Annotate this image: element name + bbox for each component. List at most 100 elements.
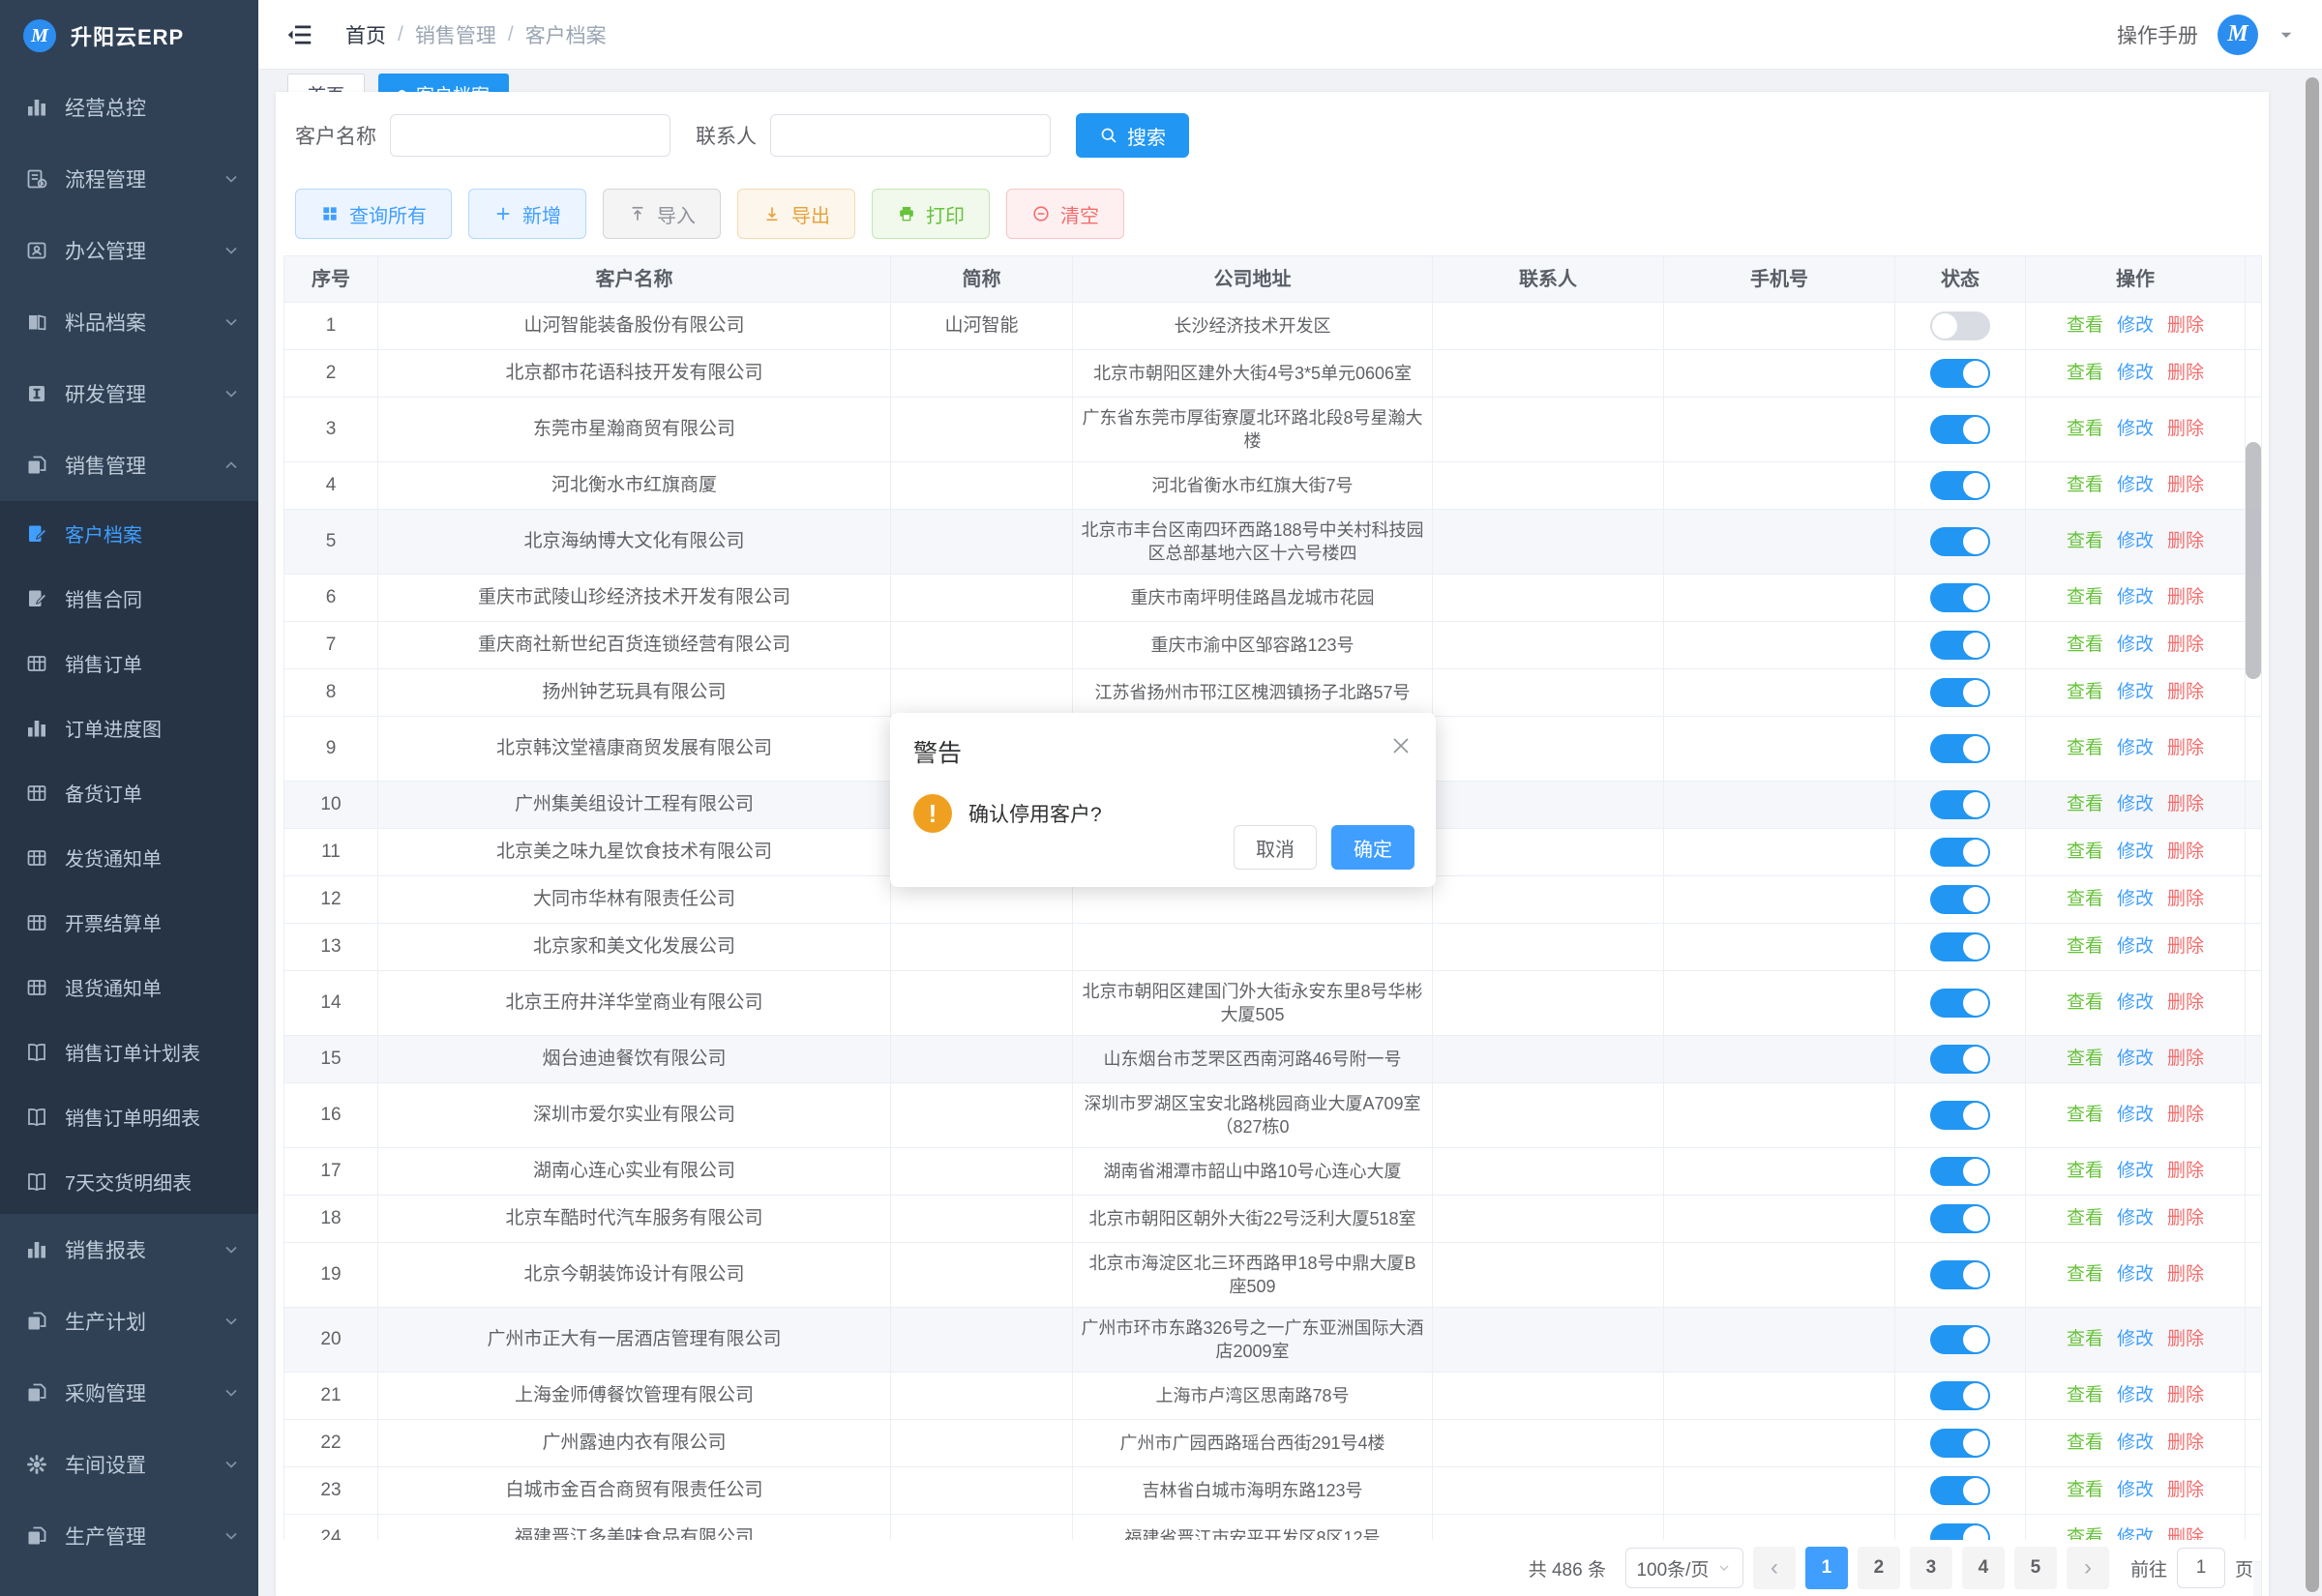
delete-link[interactable]: 删除	[2167, 1105, 2204, 1125]
breadcrumb-sales[interactable]: 销售管理	[415, 20, 496, 49]
view-link[interactable]: 查看	[2067, 531, 2103, 551]
edit-link[interactable]: 修改	[2117, 1049, 2154, 1069]
search-button[interactable]: 搜索	[1076, 113, 1189, 158]
edit-link[interactable]: 修改	[2117, 635, 2154, 655]
page-size-select[interactable]: 100条/页	[1625, 1548, 1743, 1588]
view-link[interactable]: 查看	[2067, 1264, 2103, 1285]
edit-link[interactable]: 修改	[2117, 1208, 2154, 1228]
status-toggle[interactable]	[1930, 932, 1990, 961]
toolbar-button-1[interactable]: 新增	[468, 189, 586, 239]
edit-link[interactable]: 修改	[2117, 936, 2154, 957]
toolbar-button-3[interactable]: 导出	[737, 189, 855, 239]
view-link[interactable]: 查看	[2067, 992, 2103, 1013]
view-link[interactable]: 查看	[2067, 738, 2103, 758]
delete-link[interactable]: 删除	[2167, 1208, 2204, 1228]
status-toggle[interactable]	[1930, 471, 1990, 500]
delete-link[interactable]: 删除	[2167, 682, 2204, 702]
edit-link[interactable]: 修改	[2117, 738, 2154, 758]
status-toggle[interactable]	[1930, 1381, 1990, 1410]
sidebar-item-10[interactable]: 备货订单	[0, 760, 258, 825]
delete-link[interactable]: 删除	[2167, 1433, 2204, 1453]
delete-link[interactable]: 删除	[2167, 1480, 2204, 1500]
view-link[interactable]: 查看	[2067, 1049, 2103, 1069]
toolbar-button-0[interactable]: 查询所有	[295, 189, 452, 239]
sidebar-item-8[interactable]: 销售订单	[0, 631, 258, 695]
view-link[interactable]: 查看	[2067, 419, 2103, 439]
status-toggle[interactable]	[1930, 885, 1990, 914]
page-button-5[interactable]: 5	[2014, 1547, 2057, 1589]
status-toggle[interactable]	[1930, 415, 1990, 444]
edit-link[interactable]: 修改	[2117, 1105, 2154, 1125]
sidebar-item-18[interactable]: 生产计划	[0, 1286, 258, 1357]
edit-link[interactable]: 修改	[2117, 1480, 2154, 1500]
edit-link[interactable]: 修改	[2117, 419, 2154, 439]
close-icon[interactable]	[1389, 734, 1413, 757]
status-toggle[interactable]	[1930, 311, 1990, 340]
edit-link[interactable]: 修改	[2117, 992, 2154, 1013]
delete-link[interactable]: 删除	[2167, 936, 2204, 957]
edit-link[interactable]: 修改	[2117, 587, 2154, 607]
delete-link[interactable]: 删除	[2167, 889, 2204, 909]
status-toggle[interactable]	[1930, 583, 1990, 612]
delete-link[interactable]: 删除	[2167, 738, 2204, 758]
edit-link[interactable]: 修改	[2117, 889, 2154, 909]
page-button-4[interactable]: 4	[1962, 1547, 2005, 1589]
view-link[interactable]: 查看	[2067, 1385, 2103, 1405]
view-link[interactable]: 查看	[2067, 1433, 2103, 1453]
sidebar-item-1[interactable]: 流程管理	[0, 143, 258, 215]
toolbar-button-5[interactable]: 清空	[1006, 189, 1124, 239]
cancel-button[interactable]: 取消	[1234, 825, 1317, 870]
edit-link[interactable]: 修改	[2117, 363, 2154, 383]
status-toggle[interactable]	[1930, 838, 1990, 867]
manual-link[interactable]: 操作手册	[2117, 20, 2198, 49]
status-toggle[interactable]	[1930, 527, 1990, 556]
status-toggle[interactable]	[1930, 790, 1990, 819]
status-toggle[interactable]	[1930, 359, 1990, 388]
status-toggle[interactable]	[1930, 1204, 1990, 1233]
view-link[interactable]: 查看	[2067, 1480, 2103, 1500]
status-toggle[interactable]	[1930, 1101, 1990, 1130]
status-toggle[interactable]	[1930, 1260, 1990, 1289]
view-link[interactable]: 查看	[2067, 1208, 2103, 1228]
sidebar-fold-icon[interactable]	[285, 20, 314, 49]
sidebar-item-20[interactable]: 车间设置	[0, 1429, 258, 1500]
edit-link[interactable]: 修改	[2117, 1161, 2154, 1181]
delete-link[interactable]: 删除	[2167, 992, 2204, 1013]
delete-link[interactable]: 删除	[2167, 531, 2204, 551]
user-caret-down-icon[interactable]	[2277, 26, 2295, 44]
page-button-2[interactable]: 2	[1858, 1547, 1900, 1589]
status-toggle[interactable]	[1930, 678, 1990, 707]
sidebar-item-9[interactable]: 订单进度图	[0, 695, 258, 760]
sidebar-item-7[interactable]: 销售合同	[0, 566, 258, 631]
delete-link[interactable]: 删除	[2167, 475, 2204, 495]
page-scrollbar[interactable]	[2306, 77, 2319, 1592]
sidebar-item-4[interactable]: 研发管理	[0, 358, 258, 429]
sidebar-item-16[interactable]: 7天交货明细表	[0, 1149, 258, 1214]
delete-link[interactable]: 删除	[2167, 1385, 2204, 1405]
view-link[interactable]: 查看	[2067, 936, 2103, 957]
toolbar-button-4[interactable]: 打印	[872, 189, 990, 239]
delete-link[interactable]: 删除	[2167, 363, 2204, 383]
delete-link[interactable]: 删除	[2167, 419, 2204, 439]
view-link[interactable]: 查看	[2067, 475, 2103, 495]
sidebar-item-12[interactable]: 开票结算单	[0, 890, 258, 955]
status-toggle[interactable]	[1930, 1325, 1990, 1354]
view-link[interactable]: 查看	[2067, 682, 2103, 702]
status-toggle[interactable]	[1930, 989, 1990, 1018]
sidebar-item-22[interactable]: 加工车间	[0, 1572, 258, 1596]
status-toggle[interactable]	[1930, 1429, 1990, 1458]
edit-link[interactable]: 修改	[2117, 842, 2154, 862]
status-toggle[interactable]	[1930, 734, 1990, 763]
sidebar-item-2[interactable]: 办公管理	[0, 215, 258, 286]
user-avatar[interactable]: M	[2218, 15, 2258, 55]
sidebar-item-15[interactable]: 销售订单明细表	[0, 1084, 258, 1149]
page-button-1[interactable]: 1	[1805, 1547, 1848, 1589]
edit-link[interactable]: 修改	[2117, 682, 2154, 702]
delete-link[interactable]: 删除	[2167, 1049, 2204, 1069]
edit-link[interactable]: 修改	[2117, 315, 2154, 336]
view-link[interactable]: 查看	[2067, 635, 2103, 655]
sidebar-item-5[interactable]: 销售管理	[0, 429, 258, 501]
delete-link[interactable]: 删除	[2167, 1329, 2204, 1349]
edit-link[interactable]: 修改	[2117, 1329, 2154, 1349]
view-link[interactable]: 查看	[2067, 587, 2103, 607]
